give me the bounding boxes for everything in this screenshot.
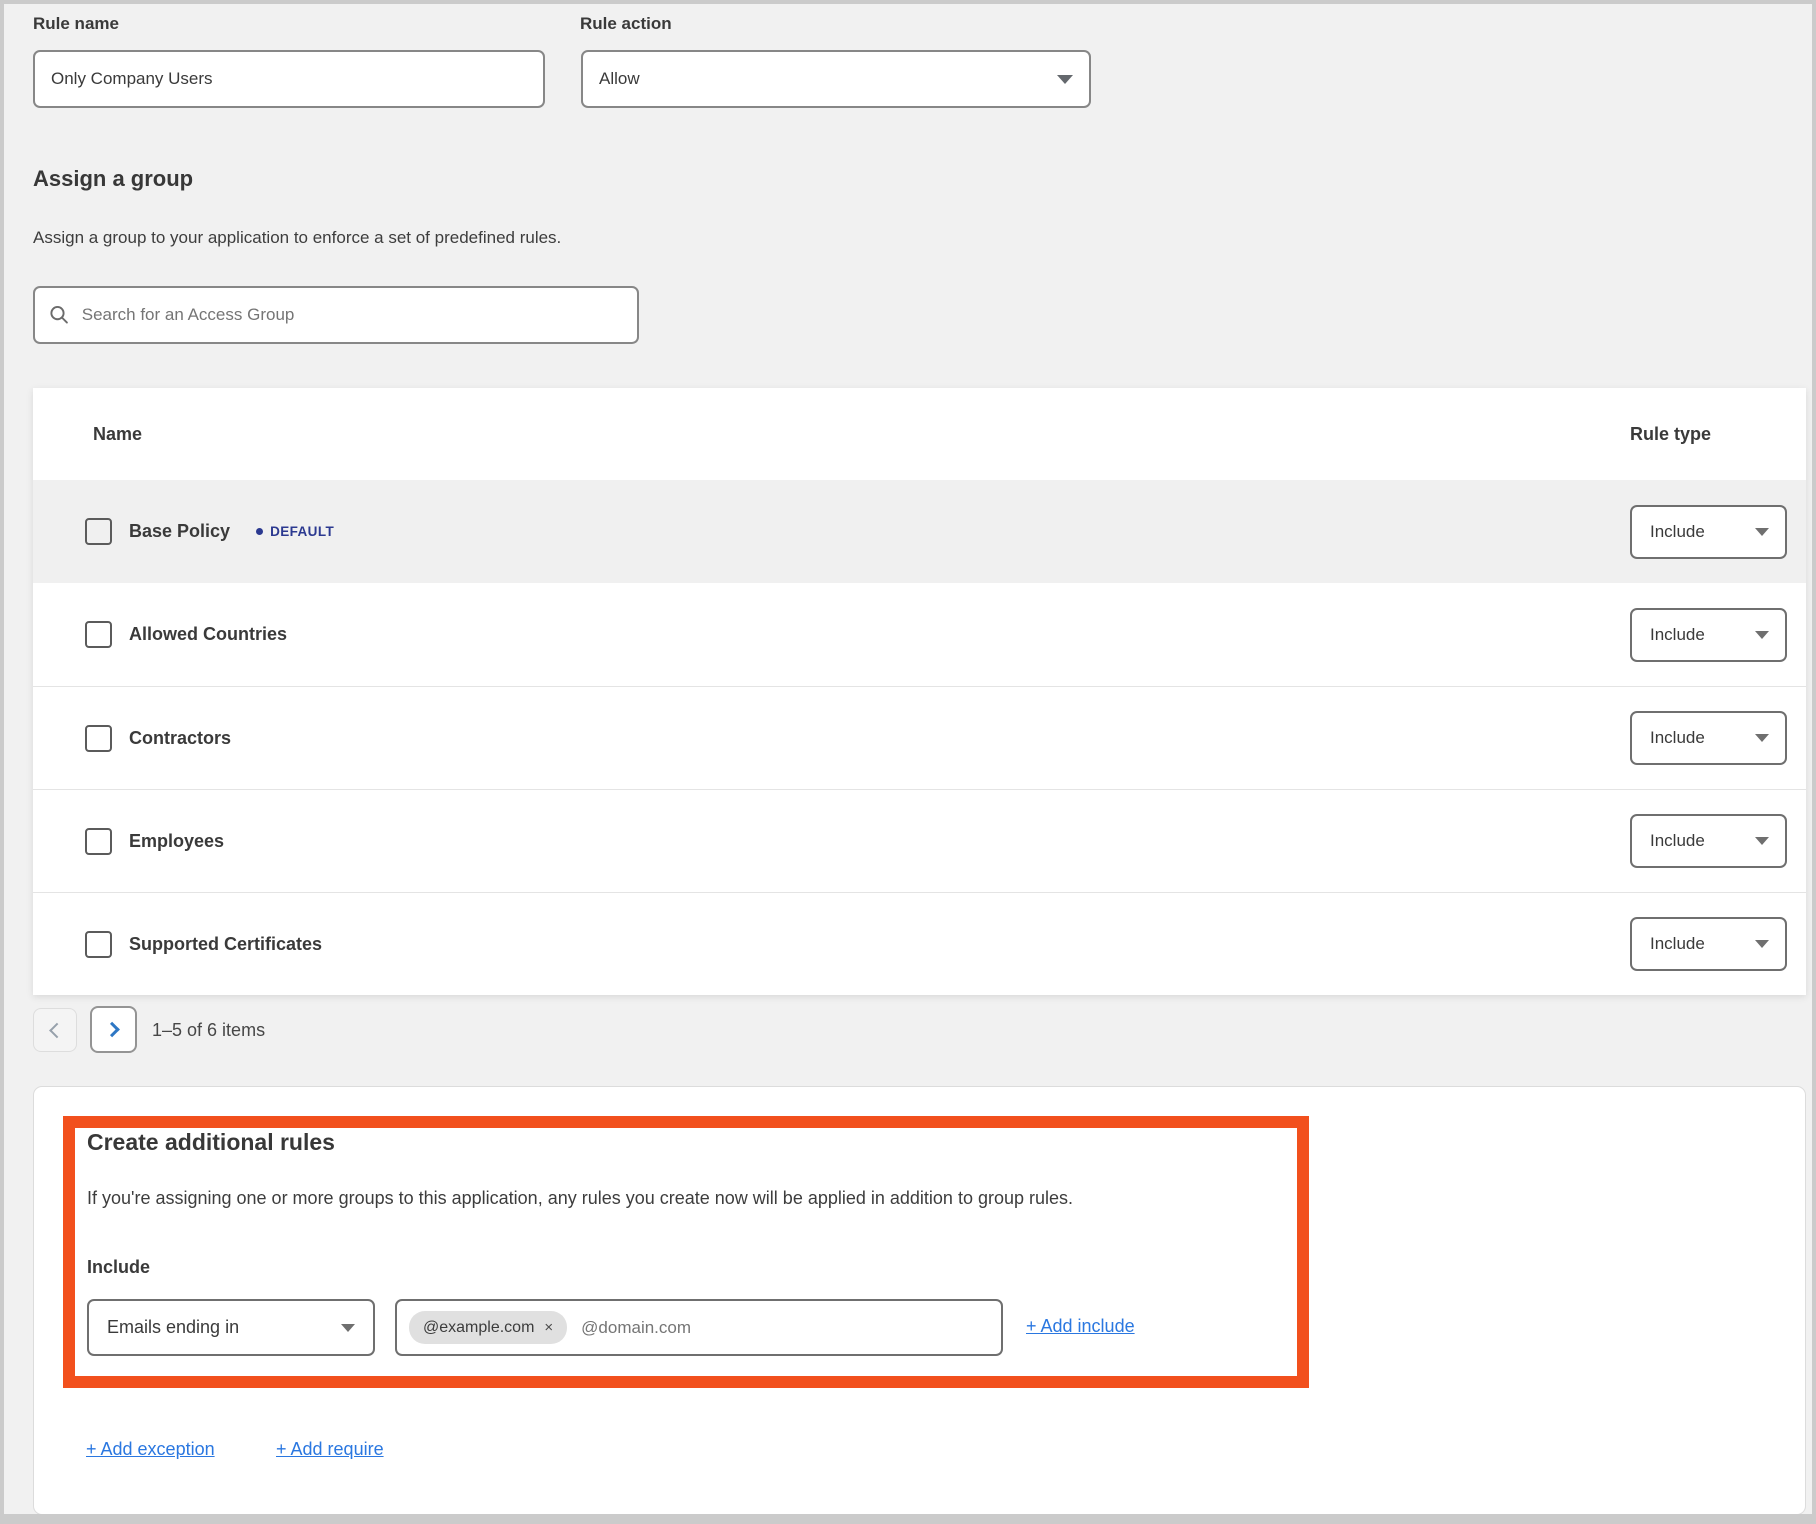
email-tag-input[interactable]: @example.com × (395, 1299, 1003, 1356)
chevron-right-icon (104, 1022, 120, 1038)
table-row: Base Policy DEFAULT Include (33, 480, 1806, 583)
email-tag: @example.com × (409, 1311, 567, 1344)
rule-action-label: Rule action (580, 14, 672, 34)
group-name: Employees (129, 831, 224, 852)
rule-type-dropdown[interactable]: Include (1630, 917, 1787, 971)
row-checkbox[interactable] (85, 621, 112, 648)
group-name: Allowed Countries (129, 624, 287, 645)
rule-type-value: Include (1650, 934, 1705, 954)
chevron-down-icon (341, 1324, 355, 1332)
chevron-down-icon (1755, 940, 1769, 948)
remove-tag-icon[interactable]: × (544, 1320, 553, 1335)
table-header-name: Name (93, 424, 142, 445)
pagination-range: 1–5 of 6 items (152, 1020, 265, 1041)
rule-type-dropdown[interactable]: Include (1630, 505, 1787, 559)
rule-name-field[interactable] (33, 50, 545, 108)
add-require-link[interactable]: + Add require (276, 1439, 384, 1460)
pagination-next-button[interactable] (90, 1006, 137, 1053)
rule-type-value: Include (1650, 625, 1705, 645)
group-name: Supported Certificates (129, 934, 322, 955)
access-group-search-input[interactable] (82, 288, 623, 342)
access-group-search[interactable] (33, 286, 639, 344)
rule-name-input[interactable] (51, 52, 527, 106)
rule-type-value: Include (1650, 728, 1705, 748)
search-icon (49, 304, 70, 326)
additional-rules-description: If you're assigning one or more groups t… (87, 1188, 1247, 1209)
rule-type-value: Include (1650, 831, 1705, 851)
table-row: Contractors Include (33, 686, 1806, 789)
table-row: Employees Include (33, 789, 1806, 892)
chevron-down-icon (1057, 75, 1073, 84)
condition-value: Emails ending in (107, 1317, 239, 1338)
row-checkbox[interactable] (85, 518, 112, 545)
email-tag-label: @example.com (423, 1319, 534, 1337)
groups-table: Name Rule type Base Policy DEFAULT Inclu… (33, 388, 1806, 995)
default-badge-label: DEFAULT (270, 524, 334, 539)
group-name: Contractors (129, 728, 231, 749)
pagination-prev-button[interactable] (33, 1008, 77, 1052)
rule-type-value: Include (1650, 522, 1705, 542)
assign-group-description: Assign a group to your application to en… (33, 228, 561, 248)
rule-type-dropdown[interactable]: Include (1630, 711, 1787, 765)
table-row: Supported Certificates Include (33, 892, 1806, 995)
rule-action-value: Allow (599, 69, 640, 89)
chevron-down-icon (1755, 734, 1769, 742)
row-checkbox[interactable] (85, 931, 112, 958)
group-name: Base Policy (129, 521, 230, 542)
rule-type-dropdown[interactable]: Include (1630, 608, 1787, 662)
add-include-link[interactable]: + Add include (1026, 1316, 1135, 1337)
default-badge: DEFAULT (256, 524, 334, 539)
row-checkbox[interactable] (85, 725, 112, 752)
row-checkbox[interactable] (85, 828, 112, 855)
additional-rules-card: Create additional rules If you're assign… (33, 1086, 1806, 1515)
create-additional-rules-heading: Create additional rules (87, 1129, 335, 1156)
assign-group-heading: Assign a group (33, 166, 193, 192)
chevron-left-icon (49, 1022, 65, 1038)
chevron-down-icon (1755, 837, 1769, 845)
table-row: Allowed Countries Include (33, 583, 1806, 686)
chevron-down-icon (1755, 528, 1769, 536)
include-label: Include (87, 1257, 150, 1278)
table-header-row: Name Rule type (33, 388, 1806, 480)
rule-name-label: Rule name (33, 14, 119, 34)
table-header-rule-type: Rule type (1630, 424, 1711, 445)
domain-input[interactable] (581, 1301, 989, 1354)
condition-select[interactable]: Emails ending in (87, 1299, 375, 1356)
badge-dot-icon (256, 528, 263, 535)
rule-type-dropdown[interactable]: Include (1630, 814, 1787, 868)
add-exception-link[interactable]: + Add exception (86, 1439, 215, 1460)
chevron-down-icon (1755, 631, 1769, 639)
rule-action-select[interactable]: Allow (581, 50, 1091, 108)
